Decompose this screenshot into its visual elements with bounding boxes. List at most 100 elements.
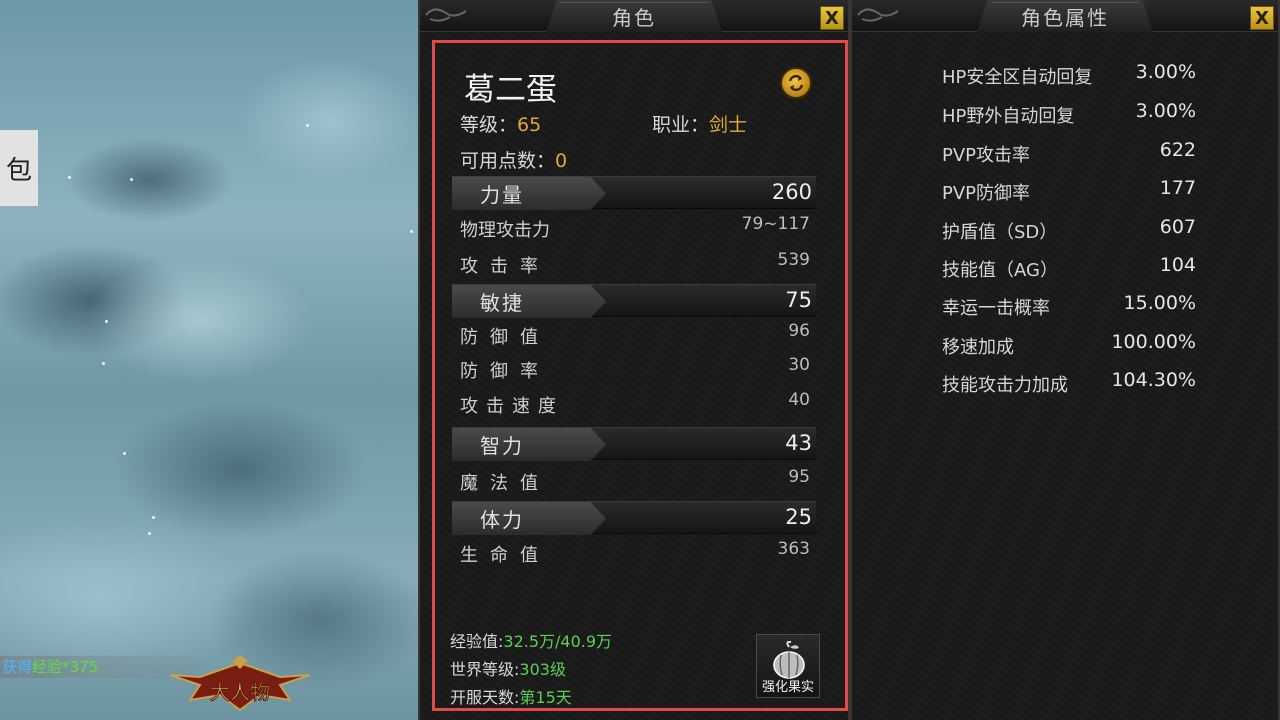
sub-stat-label: 物理攻击力 xyxy=(460,220,550,241)
snowflake xyxy=(152,516,155,519)
snowflake xyxy=(130,178,133,181)
attribute-label: 护盾值（SD） xyxy=(942,222,1058,243)
attribute-value: 3.00% xyxy=(1135,100,1196,122)
attribute-value: 104.30% xyxy=(1111,369,1196,391)
attribute-value: 104 xyxy=(1159,254,1196,276)
switch-character-icon[interactable] xyxy=(780,67,812,99)
class-label: 职业： xyxy=(652,114,710,136)
level-label: 等级： xyxy=(460,114,518,136)
sub-stat-label: 生命值 xyxy=(460,545,550,566)
snowflake xyxy=(123,452,126,455)
sub-stat-label: 魔法值 xyxy=(460,473,550,494)
points-label: 可用点数： xyxy=(460,150,556,172)
character-panel-titlebar: 角色 X xyxy=(420,0,848,32)
attribute-row: 幸运一击概率 15.00% xyxy=(942,292,1196,320)
snowflake xyxy=(68,176,71,179)
exp-msg-item: 经验 xyxy=(32,658,63,676)
world-level-value: 303级 xyxy=(519,660,566,679)
sub-stat-row: 物理攻击力 79~117 xyxy=(460,214,810,242)
attribute-label: PVP攻击率 xyxy=(942,145,1031,166)
game-logo: 大人物 xyxy=(160,655,320,715)
sub-stat-row: 防御值 96 xyxy=(460,321,810,349)
game-world-view xyxy=(0,0,420,720)
sub-stat-value: 95 xyxy=(788,467,810,487)
exp-msg-prefix: 获得 xyxy=(2,658,33,676)
fruit-icon xyxy=(773,641,805,679)
sub-stat-row: 生命值 363 xyxy=(460,539,810,567)
snowflake xyxy=(410,230,413,233)
sub-stat-value: 40 xyxy=(788,390,810,410)
attribute-row: 移速加成 100.00% xyxy=(942,331,1196,359)
attribute-label: HP野外自动回复 xyxy=(942,106,1075,127)
exp-label: 经验值: xyxy=(450,632,504,651)
sub-stat-label: 防御值 xyxy=(460,327,550,348)
stat-bar-stamina[interactable]: 体力 25 xyxy=(452,501,816,535)
attribute-label: HP安全区自动回复 xyxy=(942,67,1093,88)
attributes-panel: 角色属性 X HP安全区自动回复 3.00% HP野外自动回复 3.00% PV… xyxy=(850,0,1280,720)
attribute-row: HP安全区自动回复 3.00% xyxy=(942,61,1196,89)
level-row: 等级：65 xyxy=(460,110,541,137)
server-days-row: 开服天数:第15天 xyxy=(450,684,572,708)
attribute-value: 622 xyxy=(1159,139,1196,161)
attribute-label: 幸运一击概率 xyxy=(942,298,1050,319)
snowflake xyxy=(105,320,108,323)
sub-stat-value: 96 xyxy=(788,321,810,341)
world-level-row: 世界等级:303级 xyxy=(450,656,566,680)
attribute-row: 护盾值（SD） 607 xyxy=(942,216,1196,244)
ornament-icon xyxy=(857,8,899,22)
attribute-value: 15.00% xyxy=(1123,292,1196,314)
attributes-panel-title: 角色属性 xyxy=(1021,5,1109,30)
server-days-value: 第15天 xyxy=(519,688,572,707)
game-logo-text: 大人物 xyxy=(210,680,270,704)
close-attributes-panel-button[interactable]: X xyxy=(1250,6,1274,30)
enhance-fruit-button[interactable]: 强化果实 xyxy=(756,634,820,698)
attribute-label: 移速加成 xyxy=(942,337,1014,358)
sub-stat-row: 魔法值 95 xyxy=(460,467,810,495)
sub-stat-label: 攻击率 xyxy=(460,256,550,277)
attribute-row: PVP攻击率 622 xyxy=(942,139,1196,167)
sub-stat-value: 539 xyxy=(777,250,810,270)
world-level-label: 世界等级: xyxy=(450,660,520,679)
sub-stat-value: 30 xyxy=(788,355,810,375)
sub-stat-value: 363 xyxy=(777,539,810,559)
server-days-label: 开服天数: xyxy=(450,688,520,707)
exp-value: 32.5万/40.9万 xyxy=(503,632,613,651)
stat-value-agility: 75 xyxy=(785,288,812,312)
close-icon: X xyxy=(1255,7,1269,29)
close-icon: X xyxy=(825,7,839,29)
level-value: 65 xyxy=(517,114,542,136)
snowflake xyxy=(102,362,105,365)
attribute-label: PVP防御率 xyxy=(942,183,1031,204)
stat-value-stamina: 25 xyxy=(785,505,812,529)
stat-bar-agility[interactable]: 敏捷 75 xyxy=(452,284,816,318)
bag-side-tab[interactable]: 包 xyxy=(0,130,38,206)
character-panel: 角色 X 葛二蛋 等级：65 职业：剑士 可用点数：0 力量 260 物理攻击力… xyxy=(418,0,850,720)
attribute-value: 100.00% xyxy=(1111,331,1196,353)
sub-stat-label: 防御率 xyxy=(460,361,550,382)
close-character-panel-button[interactable]: X xyxy=(820,6,844,30)
character-panel-title: 角色 xyxy=(612,5,656,30)
attribute-row: HP野外自动回复 3.00% xyxy=(942,100,1196,128)
character-name: 葛二蛋 xyxy=(464,72,557,108)
sub-stat-value: 79~117 xyxy=(741,214,810,234)
attribute-value: 607 xyxy=(1159,216,1196,238)
sub-stat-label: 攻击速度 xyxy=(460,396,564,417)
stat-bar-strength[interactable]: 力量 260 xyxy=(452,176,816,210)
class-row: 职业：剑士 xyxy=(652,110,747,137)
stat-label-strength: 力量 xyxy=(452,177,606,210)
stat-bar-intelligence[interactable]: 智力 43 xyxy=(452,427,816,461)
bag-tab-label: 包 xyxy=(5,155,32,186)
ornament-icon xyxy=(425,8,467,22)
attributes-panel-titlebar: 角色属性 X xyxy=(852,0,1278,32)
exp-msg-amount: *375 xyxy=(62,658,99,676)
stat-label-intelligence: 智力 xyxy=(452,428,606,461)
stat-value-strength: 260 xyxy=(771,180,812,204)
snowflake xyxy=(306,124,309,127)
stat-label-stamina: 体力 xyxy=(452,502,606,535)
class-value: 剑士 xyxy=(709,114,748,136)
attribute-row: PVP防御率 177 xyxy=(942,177,1196,205)
attribute-value: 3.00% xyxy=(1135,61,1196,83)
sub-stat-row: 攻击速度 40 xyxy=(460,390,810,418)
attribute-label: 技能值（AG） xyxy=(942,260,1058,281)
stat-label-agility: 敏捷 xyxy=(452,285,606,318)
